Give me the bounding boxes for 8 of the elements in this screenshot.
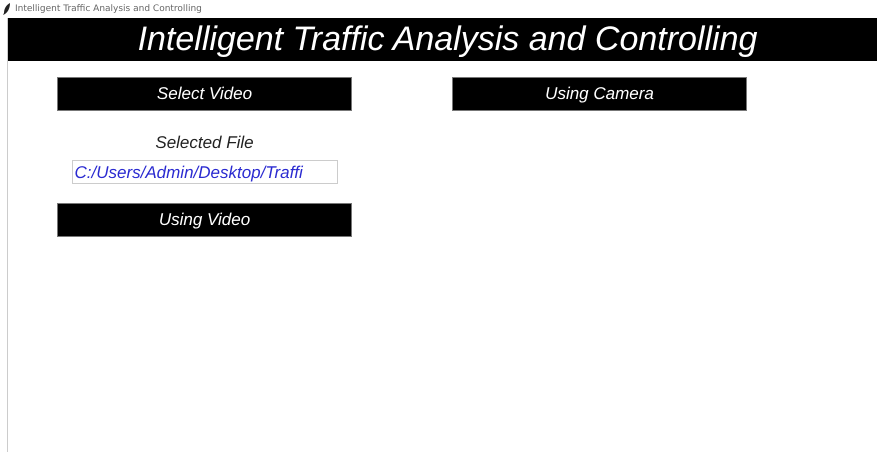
using-camera-button[interactable]: Using Camera xyxy=(452,77,747,111)
app-header: Intelligent Traffic Analysis and Controlling xyxy=(8,18,877,61)
using-video-button[interactable]: Using Video xyxy=(57,203,352,237)
selected-file-label: Selected File xyxy=(155,133,254,153)
feather-icon xyxy=(3,3,11,15)
select-video-button[interactable]: Select Video xyxy=(57,77,352,111)
window-title: Intelligent Traffic Analysis and Controlling xyxy=(15,4,202,14)
file-path-field[interactable]: C:/Users/Admin/Desktop/Traffi xyxy=(72,160,338,184)
